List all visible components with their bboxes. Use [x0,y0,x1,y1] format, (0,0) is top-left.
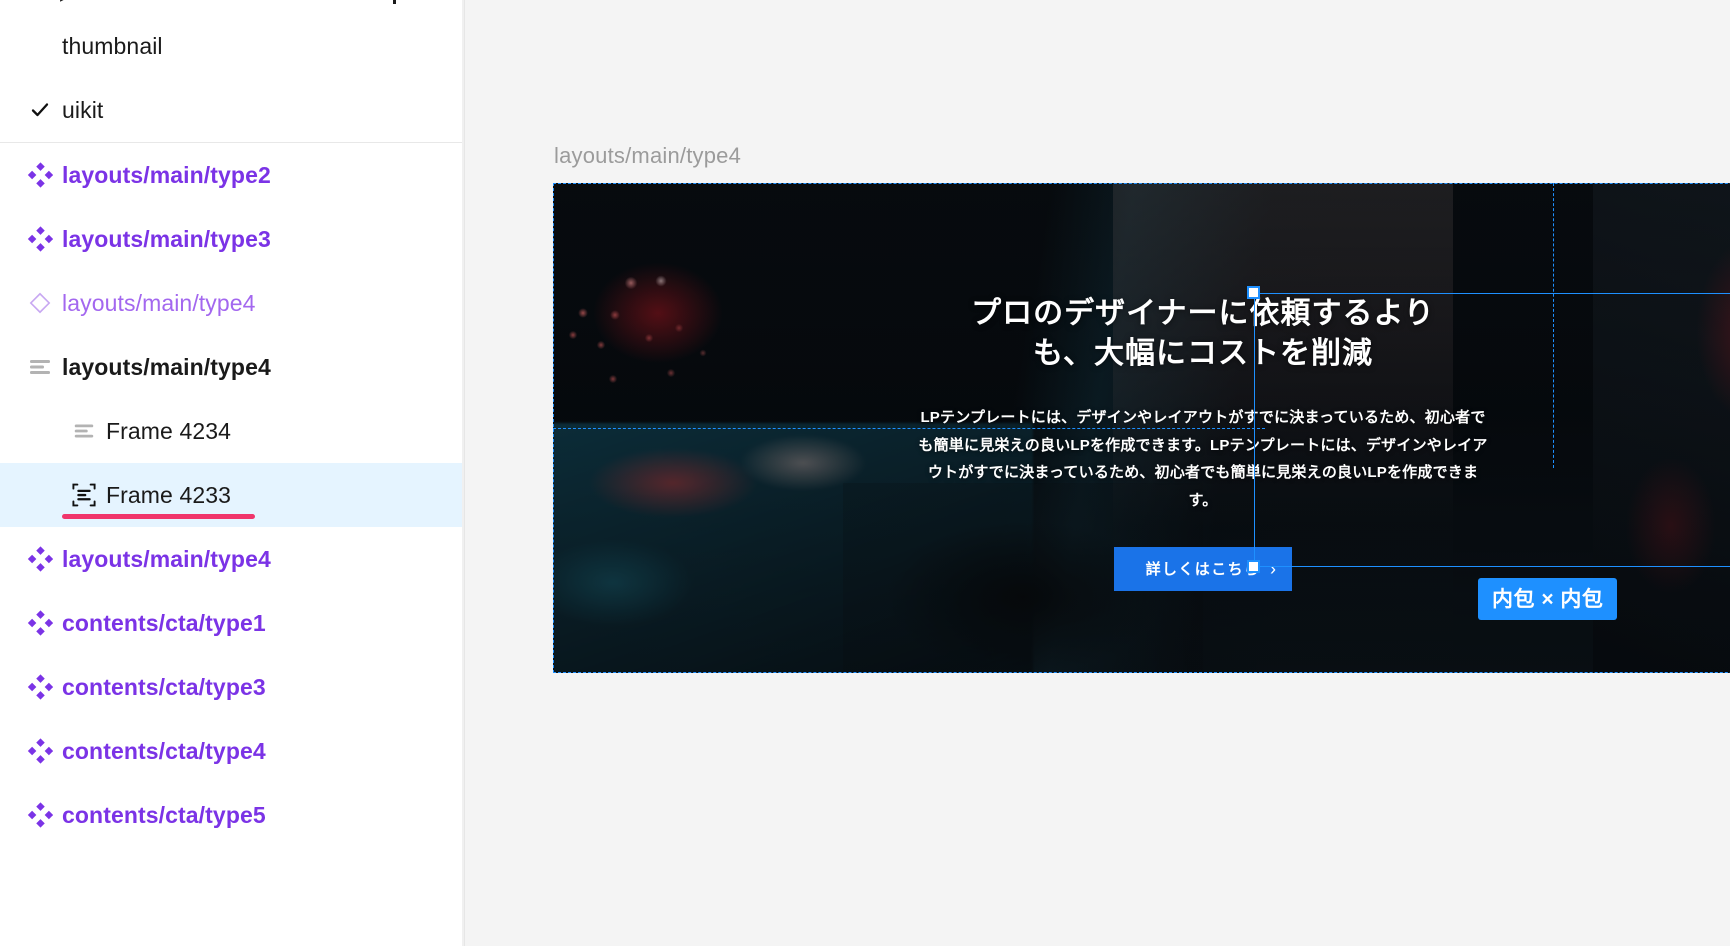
layer-label: contents/cta/type1 [62,609,266,636]
figma-window: ▸ thumbnail uikit [0,0,1730,946]
layer-row-contents-cta-type5[interactable]: contents/cta/type5 [0,783,464,847]
layer-row-contents-cta-type4[interactable]: contents/cta/type4 [0,719,464,783]
component-icon [18,783,62,847]
resize-handle-top-left[interactable] [1247,286,1260,299]
page-item-uikit[interactable]: uikit [0,78,464,142]
page-check-slot-empty [18,14,62,78]
hero-frame[interactable]: プロのデザイナーに依頼するより も、大幅にコストを削減 LPテンプレートには、デ… [553,183,1730,673]
autolayout-icon [18,335,62,399]
layer-row-component-layouts-main-type4[interactable]: layouts/main/type4 [0,527,464,591]
layer-label: layouts/main/type4 [62,353,271,380]
clipped-glyph: ▸ [60,0,73,9]
layer-label: layouts/main/type4 [62,545,271,572]
layer-label: contents/cta/type5 [62,801,266,828]
layer-row-instance-layouts-main-type4[interactable]: layouts/main/type4 [0,271,464,335]
component-icon [18,655,62,719]
layer-row-frame-layouts-main-type4[interactable]: layouts/main/type4 [0,335,464,399]
layer-label: contents/cta/type3 [62,673,266,700]
cta-button[interactable]: 詳しくはこちら › [1114,546,1292,591]
design-canvas[interactable]: layouts/main/type4 プロのデザイナーに依頼するより も、大幅に… [465,0,1730,946]
component-icon [18,143,62,207]
layer-row-layouts-main-type3[interactable]: layouts/main/type3 [0,207,464,271]
annotation-underline [62,514,255,519]
hero-content: プロのデザイナーに依頼するより も、大幅にコストを削減 LPテンプレートには、デ… [553,183,1730,673]
layer-label: layouts/main/type3 [62,225,271,252]
sidebar-clipped-top-row: ▸ [0,0,464,14]
layer-label: Frame 4233 [106,481,232,508]
cta-button-label: 詳しくはこちら [1145,561,1261,579]
component-icon [18,527,62,591]
layer-row-layouts-main-type2[interactable]: layouts/main/type2 [0,143,464,207]
layer-label: Frame 4234 [106,417,232,444]
layer-row-contents-cta-type3[interactable]: contents/cta/type3 [0,655,464,719]
page-label: thumbnail [62,32,163,59]
resize-handle-bottom-left[interactable] [1247,560,1260,573]
frame-name-label[interactable]: layouts/main/type4 [554,143,741,169]
instance-icon [18,271,62,335]
clipped-bar [393,0,396,4]
page-item-thumbnail[interactable]: thumbnail [0,14,464,78]
hero-headline: プロのデザイナーに依頼するより も、大幅にコストを削減 [971,297,1435,370]
page-label: uikit [62,96,104,123]
check-icon [18,78,62,142]
layer-label: contents/cta/type4 [62,737,266,764]
autolayout-icon [62,399,106,463]
layer-row-frame-4234[interactable]: Frame 4234 [0,399,464,463]
layers-sidebar[interactable]: ▸ thumbnail uikit [0,0,465,946]
component-icon [18,719,62,783]
component-icon [18,207,62,271]
layer-label: layouts/main/type2 [62,161,271,188]
layer-row-contents-cta-type1[interactable]: contents/cta/type1 [0,591,464,655]
layer-label: layouts/main/type4 [62,289,256,316]
hero-body-text: LPテンプレートには、デザインやレイアウトがすでに決まっているため、初心者でも簡… [918,408,1488,510]
component-icon [18,591,62,655]
sidebar-scrollbar-track[interactable] [462,0,464,946]
layer-row-frame-4233[interactable]: Frame 4233 [0,463,464,527]
chevron-right-icon: › [1270,558,1276,579]
